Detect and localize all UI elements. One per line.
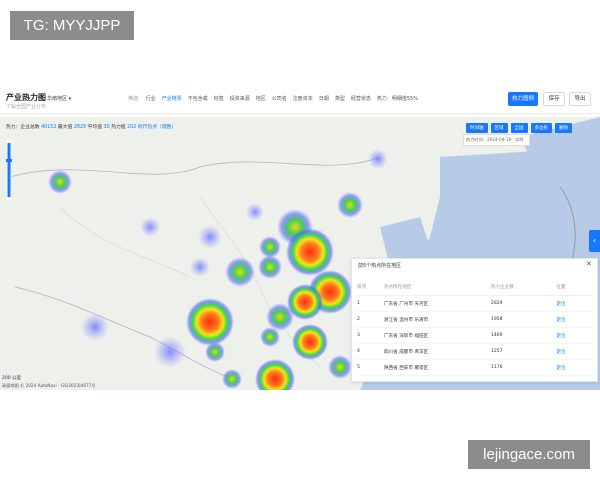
- column-header: 热点所在地区: [382, 279, 490, 296]
- table-row: 2 浙江省 温州市 乐清市 1958 定位: [356, 311, 592, 328]
- table-row: 4 四川省 成都市 青羊区 1257 定位: [356, 343, 592, 360]
- page-subtitle: 了解全国产业分布: [6, 104, 47, 110]
- date-chip[interactable]: 热力时间：2024-04-19 · 实时: [463, 134, 530, 146]
- rank-cell: 5: [356, 359, 383, 376]
- heat-spot: [260, 327, 280, 347]
- map-toolbar: 时间轴 区域 全国 多边形 删除: [466, 123, 572, 133]
- count-cell: 2829: [489, 295, 556, 312]
- heat-spot: [225, 257, 255, 287]
- filter-9[interactable]: 日期: [319, 95, 329, 102]
- table-header-row: 排序 热点所在地区 热力企业数 位置: [356, 279, 592, 296]
- close-icon[interactable]: ✕: [586, 260, 592, 268]
- heatmap-button[interactable]: 热力图例: [508, 92, 538, 106]
- map-scale: 200 公里: [2, 376, 22, 381]
- heat-spot: [328, 355, 352, 379]
- locate-link[interactable]: 定位: [555, 311, 592, 328]
- tool-button-1[interactable]: 时间轴: [466, 123, 488, 133]
- tool-button-5[interactable]: 删除: [555, 123, 572, 133]
- watermark-top: TG: MYYJJPP: [10, 11, 134, 40]
- rank-cell: 1: [356, 295, 383, 312]
- stat-total: 40152: [41, 125, 57, 130]
- locate-link[interactable]: 定位: [555, 343, 592, 360]
- heat-spot: [246, 203, 264, 221]
- zoom-slider[interactable]: [6, 139, 12, 201]
- region-cell: 广东省 广州市 天河区: [382, 295, 490, 312]
- rank-cell: 3: [356, 327, 383, 344]
- locate-link[interactable]: 定位: [555, 359, 592, 376]
- heat-spot: [222, 369, 242, 389]
- filter-12[interactable]: 热力：明细值55%: [377, 95, 418, 102]
- stat-avg: 30: [103, 125, 110, 130]
- heat-spot: [81, 313, 109, 341]
- stat-total-label: 热力：企业总数: [6, 125, 40, 130]
- hotspots-table: 排序 热点所在地区 热力企业数 位置 1 广东省 广州市 天河区 2829 定位 2 浙江省 温…: [356, 279, 592, 376]
- stat-max-label: 最大值: [57, 125, 73, 130]
- heat-spot: [258, 255, 282, 279]
- count-cell: 1176: [489, 359, 556, 376]
- filter-4[interactable]: 标签: [214, 95, 224, 102]
- filter-5[interactable]: 投资来源: [230, 95, 250, 102]
- filter-6[interactable]: 地区: [256, 95, 266, 102]
- locate-link[interactable]: 定位: [555, 327, 592, 344]
- export-button[interactable]: 导出: [569, 92, 591, 106]
- heat-spot: [154, 336, 186, 368]
- table-row: 1 广东省 广州市 天河区 2829 定位: [356, 295, 592, 312]
- region-cell: 四川省 成都市 青羊区: [382, 343, 490, 360]
- stat-max: 2829: [73, 125, 87, 130]
- collapse-tab[interactable]: ‹: [589, 230, 600, 252]
- heat-spot: [186, 298, 234, 346]
- heat-spot: [205, 342, 225, 362]
- heat-spot: [190, 257, 210, 277]
- tool-button-2[interactable]: 区域: [490, 123, 508, 133]
- heat-spot: [48, 170, 72, 194]
- table-row: 5 陕西省 西安市 雁塔区 1176 定位: [356, 359, 592, 376]
- column-header: 热力企业数: [489, 279, 556, 296]
- filter-3[interactable]: 不包含或: [188, 95, 208, 102]
- stat-extra[interactable]: 标尺热点（调整）: [138, 125, 176, 130]
- heat-spot: [266, 303, 294, 331]
- filter-bar: 筛选: 行业 产业链票 不包含或 标签 投资来源 地区 公司名 注册资本 日期 类型 经营状态 热力：…: [128, 95, 418, 102]
- stat-heat-label: 热力值: [111, 125, 126, 130]
- region-label: 华南地区: [47, 96, 68, 102]
- table-row: 3 广东省 深圳市 福田区 1469 定位: [356, 327, 592, 344]
- watermark-bottom: lejingace.com: [468, 440, 590, 469]
- heat-spot: [140, 217, 160, 237]
- tool-button-4[interactable]: 多边形: [530, 123, 552, 133]
- count-cell: 1469: [489, 327, 556, 344]
- filter-2[interactable]: 产业链票: [162, 95, 182, 102]
- top-bar: 产业热力图 了解全国产业分布 华南地区 ▾ 筛选: 行业 产业链票 不包含或 标签 投资…: [0, 87, 600, 114]
- rank-cell: 4: [356, 343, 383, 360]
- column-header: 位置: [555, 279, 592, 296]
- heat-spot: [259, 236, 281, 258]
- filter-1[interactable]: 行业: [146, 95, 156, 102]
- filter-label: 筛选:: [128, 96, 140, 102]
- count-cell: 1958: [489, 311, 556, 328]
- region-cell: 陕西省 西安市 雁塔区: [382, 359, 490, 376]
- heat-spot: [198, 225, 222, 249]
- region-cell: 浙江省 温州市 乐清市: [382, 311, 490, 328]
- heat-spot: [286, 228, 334, 276]
- rank-cell: 2: [356, 311, 383, 328]
- region-cell: 广东省 深圳市 福田区: [382, 327, 490, 344]
- count-cell: 1257: [489, 343, 556, 360]
- save-button[interactable]: 保存: [543, 92, 565, 106]
- stat-avg-label: 平均值: [87, 125, 103, 130]
- filter-10[interactable]: 类型: [335, 95, 345, 102]
- region-select[interactable]: 华南地区 ▾: [47, 95, 71, 102]
- column-header: 排序: [356, 279, 383, 296]
- top-hotspots-panel: 前5个热点所在地区 ✕ 排序 热点所在地区 热力企业数 位置 1 广东省 广州市 天河区…: [351, 258, 598, 382]
- heat-stats: 热力：企业总数 40152 最大值 2829 平均值 30 热力值 202 标尺…: [6, 123, 176, 130]
- filter-11[interactable]: 经营状态: [351, 95, 371, 102]
- filter-8[interactable]: 注册资本: [293, 95, 313, 102]
- heat-spot: [337, 192, 363, 218]
- heat-spot: [368, 149, 388, 169]
- stat-heat: 202: [127, 125, 137, 130]
- panel-title: 前5个热点所在地区: [358, 263, 402, 269]
- page-title: 产业热力图: [6, 93, 46, 102]
- tool-button-3[interactable]: 全国: [510, 123, 528, 133]
- filter-7[interactable]: 公司名: [272, 95, 287, 102]
- locate-link[interactable]: 定位: [555, 295, 592, 312]
- heat-spot: [292, 324, 328, 360]
- map-copyright: 高德地图 © 2024 AutoNavi - GS(2023)4677号: [2, 383, 96, 388]
